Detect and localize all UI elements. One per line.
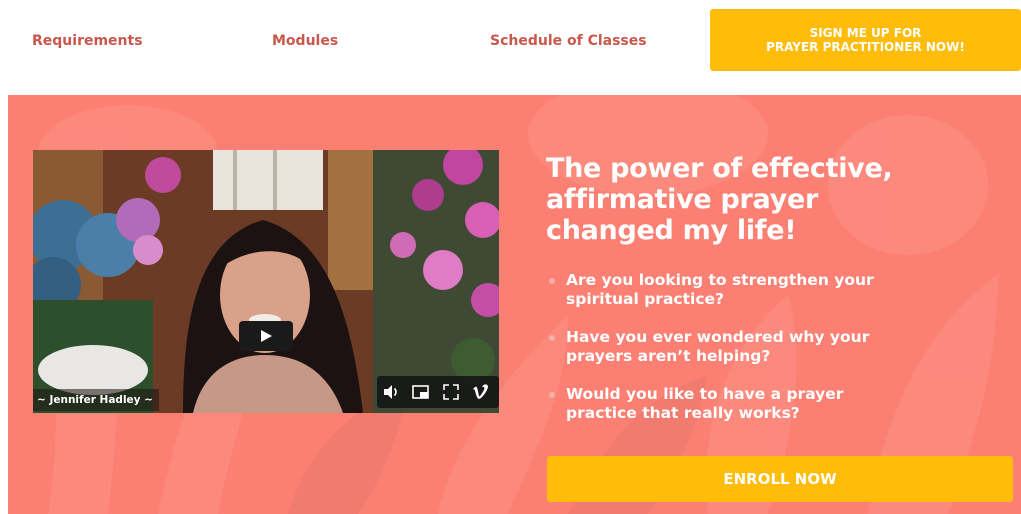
volume-icon[interactable] [381,382,401,402]
question-item: Are you looking to strengthen your spiri… [546,271,966,309]
question-line: spiritual practice? [566,290,725,308]
hero-section: ~ Jennifer Hadley ~ The power of effecti… [8,95,1021,514]
question-line: Would you like to have a prayer [566,385,844,403]
question-line: prayers aren’t helping? [566,347,771,365]
video-controls [377,376,499,408]
picture-in-picture-icon[interactable] [411,382,431,402]
hero-headline-line: affirmative prayer [546,184,818,215]
bullet-dot-icon [549,392,555,398]
video-player[interactable]: ~ Jennifer Hadley ~ [33,150,499,413]
sign-up-button-line-2: PRAYER PRACTITIONER NOW! [766,40,965,54]
fullscreen-icon[interactable] [441,382,461,402]
question-item: Have you ever wondered why your prayers … [546,328,966,366]
play-icon [261,330,272,342]
vimeo-logo-icon[interactable] [471,382,491,402]
sign-up-button[interactable]: SIGN ME UP FOR PRAYER PRACTITIONER NOW! [710,9,1021,71]
bullet-dot-icon [549,278,555,284]
top-navigation: Requirements Modules Schedule of Classes… [0,0,1021,88]
hero-headline-line: changed my life! [546,215,797,246]
play-button[interactable] [239,321,293,351]
question-line: Have you ever wondered why your [566,328,870,346]
enroll-now-button[interactable]: ENROLL NOW [547,456,1013,502]
nav-link-schedule-of-classes[interactable]: Schedule of Classes [490,33,647,49]
nav-link-modules[interactable]: Modules [272,33,338,49]
hero-headline: The power of effective, affirmative pray… [546,153,926,246]
hero-headline-line: The power of effective, [546,153,893,184]
video-frame-image [33,150,499,413]
question-item: Would you like to have a prayer practice… [546,385,966,423]
nav-link-requirements[interactable]: Requirements [32,33,143,49]
sign-up-button-line-1: SIGN ME UP FOR [809,26,922,40]
bullet-dot-icon [549,335,555,341]
question-line: Are you looking to strengthen your [566,271,874,289]
question-line: practice that really works? [566,404,800,422]
video-caption: ~ Jennifer Hadley ~ [33,389,159,411]
question-list: Are you looking to strengthen your spiri… [546,271,966,442]
